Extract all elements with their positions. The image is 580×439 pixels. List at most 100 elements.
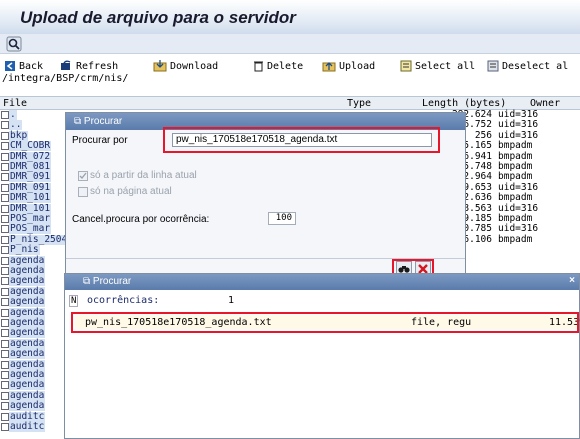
from-line-label: só a partir da linha atual [90,170,197,181]
column-length[interactable]: Length (bytes) [422,98,506,109]
search-dialog-title: Procurar [83,116,123,127]
results-dialog: ⧉ Procurar × N ocorrências: 1 pw_nis_170… [64,273,580,439]
page-title: Upload de arquivo para o servidor [20,8,296,27]
row-checkbox[interactable] [1,381,9,390]
results-dialog-title: Procurar [92,276,132,287]
row-checkbox[interactable] [1,329,9,338]
file-owner: bmpadm [498,140,533,152]
file-name[interactable]: CM_COBR [9,141,52,152]
row-checkbox[interactable] [1,298,9,307]
refresh-label: Refresh [76,60,119,72]
file-name[interactable]: P_nis [9,245,40,256]
trash-icon [254,61,263,72]
row-checkbox[interactable] [1,267,9,275]
row-checkbox[interactable] [1,339,9,348]
file-name[interactable]: POS_mar [9,224,52,235]
from-line-checkbox[interactable] [78,171,88,181]
toolbar: Back Refresh Download Delete Upload Sele… [0,58,580,74]
row-checkbox[interactable] [1,225,9,234]
cancel-label: Cancel.procura por ocorrência: [72,214,210,225]
find-icon[interactable] [6,36,22,52]
back-icon [5,61,15,71]
row-checkbox[interactable] [1,371,9,379]
row-checkbox[interactable] [1,402,9,411]
occurrences-label: ocorrências: [87,295,160,306]
row-checkbox[interactable] [1,152,9,161]
column-owner[interactable]: Owner [530,98,560,109]
row-checkbox[interactable] [1,350,9,359]
file-name[interactable]: agenda [9,349,46,360]
deselect-all-button[interactable]: Deselect al [487,59,568,73]
row-checkbox[interactable] [1,391,9,400]
download-label: Download [170,60,219,72]
checkmark-icon [79,172,87,179]
row-checkbox[interactable] [1,215,9,223]
cancel-count-input[interactable]: 100 [268,212,296,225]
select-all-label: Select all [415,60,476,72]
occurrence-icon: N [69,295,79,307]
row-checkbox[interactable] [1,111,9,119]
column-type[interactable]: Type [347,98,371,109]
file-owner: bmpadm [498,192,533,204]
upload-label: Upload [339,60,376,72]
row-checkbox[interactable] [1,121,9,130]
file-name[interactable]: agenda [9,328,46,339]
row-checkbox[interactable] [1,287,9,296]
dialog-icon: ⧉ [74,116,84,127]
row-checkbox[interactable] [1,256,9,265]
row-checkbox[interactable] [1,131,9,140]
result-highlight [71,312,579,333]
search-label: Procurar por [72,135,128,146]
refresh-button[interactable]: Refresh [60,59,118,73]
current-page-checkbox[interactable] [78,187,88,197]
file-name[interactable]: auditc [9,422,46,432]
dialog-icon: ⧉ [83,276,93,287]
file-name[interactable]: DMR_091 [9,172,52,183]
search-dialog: ⧉ Procurar Procurar por pw_nis_170518e17… [65,112,466,299]
row-checkbox[interactable] [1,360,9,369]
file-name[interactable]: .. [9,120,23,131]
row-checkbox[interactable] [1,163,9,171]
back-button[interactable]: Back [4,59,43,73]
row-checkbox[interactable] [1,194,9,203]
file-list-header: File Type Length (bytes) Owner [0,96,580,110]
file-owner: uid=316 [498,119,539,131]
select-all-icon [400,60,412,72]
download-button[interactable]: Download [153,59,218,73]
file-owner: bmpadm [498,233,533,245]
row-checkbox[interactable] [1,235,9,244]
row-checkbox[interactable] [1,277,9,286]
file-name[interactable]: agenda [9,276,46,287]
delete-label: Delete [267,60,304,72]
row-checkbox[interactable] [1,173,9,182]
refresh-icon [61,60,71,70]
row-checkbox[interactable] [1,246,9,255]
close-button[interactable]: × [569,275,575,286]
upload-icon [322,62,336,72]
title-bar: Upload de arquivo para o servidor [0,0,580,34]
file-name[interactable]: DMR_101 [9,193,52,204]
current-page-label: só na página atual [90,186,172,197]
file-owner: bmpadm [498,171,533,183]
upload-button[interactable]: Upload [322,59,375,73]
directory-path: /integra/BSP/crm/nis/ [2,73,129,84]
row-checkbox[interactable] [1,423,9,431]
column-file[interactable]: File [3,98,27,109]
top-strip [0,34,580,54]
results-dialog-header: ⧉ Procurar × [65,274,579,290]
delete-button[interactable]: Delete [253,59,303,73]
file-name[interactable]: agenda [9,401,46,412]
row-checkbox[interactable] [1,204,9,213]
deselect-all-icon [487,60,499,72]
row-checkbox[interactable] [1,183,9,192]
file-name[interactable]: agenda [9,380,46,391]
row-checkbox[interactable] [1,142,9,151]
file-name[interactable]: agenda [9,297,46,308]
deselect-all-label: Deselect al [502,60,569,72]
search-highlight [163,127,440,153]
row-checkbox[interactable] [1,412,9,421]
row-checkbox[interactable] [1,319,9,327]
back-label: Back [19,60,44,72]
row-checkbox[interactable] [1,308,9,317]
select-all-button[interactable]: Select all [400,59,475,73]
